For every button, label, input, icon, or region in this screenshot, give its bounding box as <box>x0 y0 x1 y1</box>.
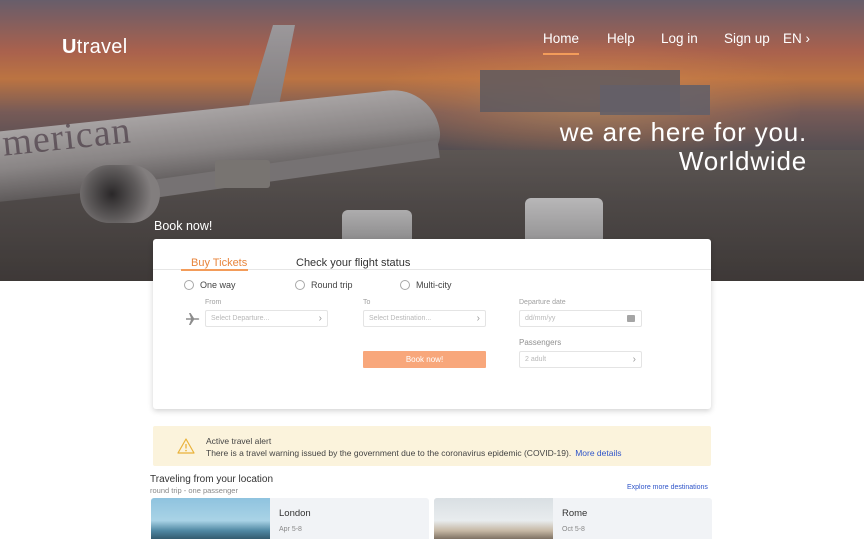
language-selector[interactable]: EN › <box>783 31 810 49</box>
from-label: From <box>205 299 222 306</box>
utravel-logo[interactable]: Utravel <box>62 36 127 59</box>
radio-round-trip[interactable]: Round trip <box>295 280 353 290</box>
radio-label: Round trip <box>311 280 353 290</box>
radio-one-way[interactable]: One way <box>184 280 236 290</box>
destination-card-london[interactable]: London Apr 5-8 <box>151 498 429 539</box>
radio-label: One way <box>200 280 236 290</box>
destination-image <box>434 498 553 539</box>
to-label: To <box>363 299 371 306</box>
tagline-line-2: Worldwide <box>678 146 807 176</box>
destination-image <box>151 498 270 539</box>
section-title: Traveling from your location <box>150 474 274 485</box>
hero-tagline: we are here for you. Worldwide <box>560 118 807 176</box>
nav-help[interactable]: Help <box>607 31 635 49</box>
passengers-select[interactable]: 2 adult › <box>519 351 642 368</box>
airplane-icon-svg <box>186 313 200 325</box>
destination-placeholder: Select Destination... <box>369 315 432 322</box>
alert-message: There is a travel warning issued by the … <box>206 448 572 458</box>
destination-dates: Oct 5-8 <box>562 526 585 533</box>
departure-placeholder: Select Departure... <box>211 315 270 322</box>
departure-select[interactable]: Select Departure... › <box>205 310 328 327</box>
radio-circle <box>400 280 410 290</box>
tagline-line-1: we are here for you. <box>559 117 807 147</box>
more-details-link[interactable]: More details <box>575 448 621 458</box>
chevron-right-icon: › <box>318 313 322 324</box>
destination-card-rome[interactable]: Rome Oct 5-8 <box>434 498 712 539</box>
radio-label: Multi-city <box>416 280 452 290</box>
departure-date-label: Departure date <box>519 299 566 306</box>
page: merican Utravel Home Help Log in Sign up… <box>0 0 864 539</box>
destination-select[interactable]: Select Destination... › <box>363 310 486 327</box>
nav-login[interactable]: Log in <box>661 31 698 49</box>
tab-flight-status[interactable]: Check your flight status <box>296 257 410 269</box>
nav-home[interactable]: Home <box>543 31 580 55</box>
radio-circle <box>184 280 194 290</box>
warning-icon <box>177 438 195 454</box>
destination-dates: Apr 5-8 <box>279 526 302 533</box>
alert-body: There is a travel warning issued by the … <box>206 448 622 458</box>
destination-city: London <box>279 508 311 519</box>
destination-city: Rome <box>562 508 588 519</box>
passengers-label: Passengers <box>519 338 562 347</box>
chevron-right-icon: › <box>632 354 636 365</box>
radio-multi-city[interactable]: Multi-city <box>400 280 452 290</box>
section-subtitle: round trip - one passenger <box>150 486 238 495</box>
airplane-icon <box>186 313 200 325</box>
chevron-right-icon: › <box>476 313 480 324</box>
travel-alert-banner: Active travel alert There is a travel wa… <box>153 426 711 466</box>
book-now-button[interactable]: Book now! <box>363 351 486 368</box>
chevron-right-icon: › <box>805 31 811 46</box>
date-placeholder: dd/mm/yy <box>525 315 556 322</box>
departure-date-input[interactable]: dd/mm/yy <box>519 310 642 327</box>
alert-title: Active travel alert <box>206 436 272 446</box>
book-now-heading: Book now! <box>154 219 213 233</box>
active-tab-indicator <box>181 269 248 271</box>
calendar-icon[interactable] <box>627 315 635 322</box>
language-code: EN <box>783 31 802 46</box>
logo-initial: U <box>62 36 77 58</box>
booking-tabs: Buy Tickets Check your flight status <box>153 239 711 271</box>
booking-card: Buy Tickets Check your flight status One… <box>153 239 711 409</box>
explore-destinations-link[interactable]: Explore more destinations <box>627 484 708 491</box>
nav-signup[interactable]: Sign up <box>724 31 770 49</box>
passengers-value: 2 adult <box>525 356 547 363</box>
radio-circle <box>295 280 305 290</box>
tab-buy-tickets[interactable]: Buy Tickets <box>191 257 247 269</box>
logo-rest: travel <box>76 36 128 58</box>
